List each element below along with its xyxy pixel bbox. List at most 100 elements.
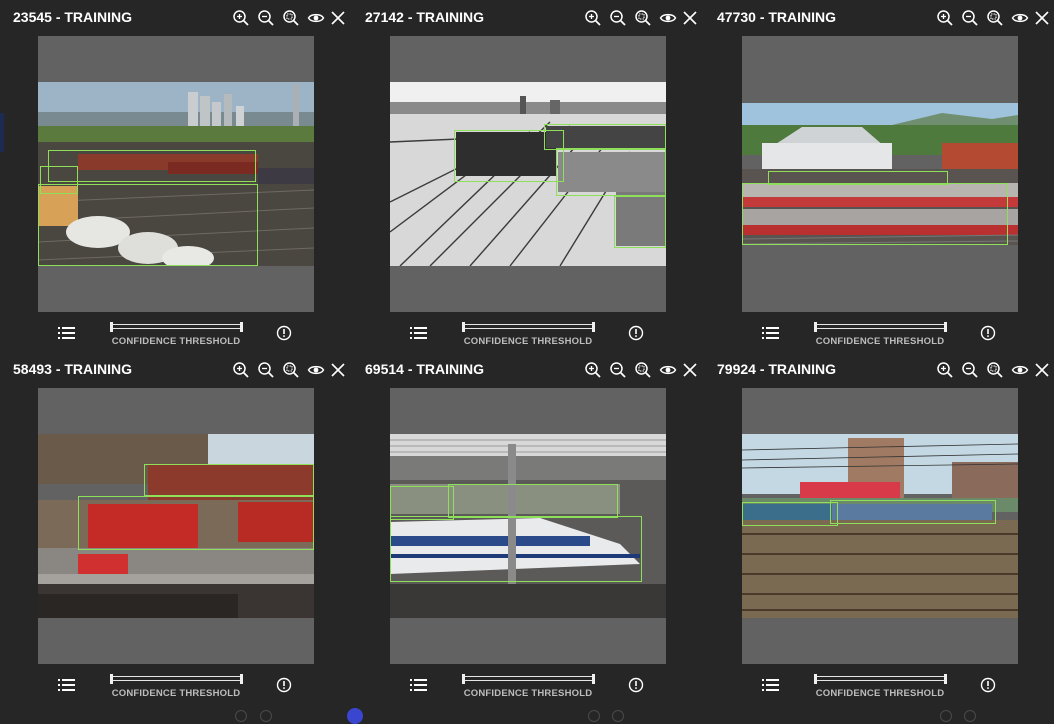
photo: [38, 434, 314, 618]
eye-icon[interactable]: [307, 361, 325, 379]
card-toolbar: [584, 361, 698, 379]
confidence-threshold-label: CONFIDENCE THRESHOLD: [111, 688, 241, 699]
zoom-fit-icon[interactable]: [634, 361, 652, 379]
confidence-threshold-label: CONFIDENCE THRESHOLD: [815, 336, 945, 347]
bounding-box[interactable]: [448, 484, 618, 518]
list-icon[interactable]: [58, 325, 76, 341]
close-icon[interactable]: [681, 9, 699, 27]
slider-handle-max[interactable]: [240, 674, 243, 684]
confidence-threshold-slider[interactable]: [814, 322, 947, 332]
confidence-threshold-label: CONFIDENCE THRESHOLD: [463, 336, 593, 347]
zoom-in-icon: [235, 710, 247, 722]
zoom-fit-icon[interactable]: [986, 361, 1004, 379]
eye-icon[interactable]: [659, 9, 677, 27]
list-icon[interactable]: [410, 325, 428, 341]
list-icon[interactable]: [58, 677, 76, 693]
zoom-out-icon[interactable]: [961, 361, 979, 379]
close-icon[interactable]: [329, 9, 347, 27]
zoom-in-icon[interactable]: [584, 361, 602, 379]
zoom-in-icon[interactable]: [232, 361, 250, 379]
confidence-threshold-slider[interactable]: [462, 322, 595, 332]
list-icon[interactable]: [762, 677, 780, 693]
close-icon[interactable]: [681, 361, 699, 379]
close-icon[interactable]: [1033, 9, 1051, 27]
photo: [742, 434, 1018, 618]
slider-track: [110, 676, 243, 681]
eye-icon[interactable]: [1011, 361, 1029, 379]
zoom-fit-icon[interactable]: [986, 9, 1004, 27]
alert-icon[interactable]: [276, 677, 292, 693]
slider-handle-min[interactable]: [462, 674, 465, 684]
confidence-threshold-slider[interactable]: [462, 674, 595, 684]
bounding-box[interactable]: [556, 148, 666, 196]
bounding-box[interactable]: [614, 196, 666, 248]
alert-icon[interactable]: [980, 325, 996, 341]
slider-handle-min[interactable]: [814, 322, 817, 332]
alert-icon[interactable]: [276, 325, 292, 341]
zoom-in-icon: [940, 710, 952, 722]
zoom-in-icon[interactable]: [936, 361, 954, 379]
alert-icon[interactable]: [628, 325, 644, 341]
image-canvas[interactable]: [38, 36, 314, 312]
zoom-out-icon[interactable]: [961, 9, 979, 27]
alert-icon[interactable]: [628, 677, 644, 693]
zoom-in-icon: [588, 710, 600, 722]
alert-icon[interactable]: [980, 677, 996, 693]
image-card: 69514 - TRAINING CONFIDENCE THRESHOLD: [352, 352, 697, 704]
zoom-out-icon[interactable]: [609, 9, 627, 27]
zoom-out-icon[interactable]: [257, 361, 275, 379]
confidence-threshold-label: CONFIDENCE THRESHOLD: [463, 688, 593, 699]
image-card: 58493 - TRAINING CONFIDENCE THRESHOLD: [0, 352, 345, 704]
zoom-fit-icon[interactable]: [634, 9, 652, 27]
slider-handle-max[interactable]: [240, 322, 243, 332]
close-icon[interactable]: [329, 361, 347, 379]
bounding-box[interactable]: [38, 184, 258, 266]
bounding-box[interactable]: [390, 516, 642, 582]
card-title: 69514 - TRAINING: [365, 361, 485, 377]
zoom-in-icon[interactable]: [232, 9, 250, 27]
image-canvas[interactable]: [742, 36, 1018, 312]
slider-handle-max[interactable]: [944, 322, 947, 332]
slider-handle-min[interactable]: [110, 322, 113, 332]
slider-handle-min[interactable]: [814, 674, 817, 684]
zoom-in-icon[interactable]: [936, 9, 954, 27]
eye-icon[interactable]: [659, 361, 677, 379]
zoom-fit-icon[interactable]: [282, 9, 300, 27]
slider-track: [814, 324, 947, 329]
eye-icon[interactable]: [307, 9, 325, 27]
bounding-box[interactable]: [830, 500, 996, 524]
confidence-threshold-slider[interactable]: [110, 322, 243, 332]
zoom-out-icon[interactable]: [257, 9, 275, 27]
slider-handle-min[interactable]: [462, 322, 465, 332]
confidence-threshold-slider[interactable]: [110, 674, 243, 684]
slider-handle-max[interactable]: [944, 674, 947, 684]
slider-track: [110, 324, 243, 329]
bounding-box[interactable]: [742, 502, 838, 526]
eye-icon[interactable]: [1011, 9, 1029, 27]
bounding-box[interactable]: [48, 150, 256, 182]
confidence-threshold-slider[interactable]: [814, 674, 947, 684]
zoom-fit-icon[interactable]: [282, 361, 300, 379]
image-canvas[interactable]: [390, 36, 666, 312]
zoom-out-icon[interactable]: [609, 361, 627, 379]
image-canvas[interactable]: [742, 388, 1018, 664]
image-canvas[interactable]: [38, 388, 314, 664]
card-title: 58493 - TRAINING: [13, 361, 133, 377]
card-toolbar: [936, 361, 1050, 379]
bounding-box[interactable]: [742, 183, 1008, 245]
slider-track: [462, 324, 595, 329]
list-icon[interactable]: [762, 325, 780, 341]
list-icon[interactable]: [410, 677, 428, 693]
bounding-box[interactable]: [544, 124, 666, 150]
slider-handle-max[interactable]: [592, 322, 595, 332]
card-toolbar: [936, 9, 1050, 27]
zoom-in-icon[interactable]: [584, 9, 602, 27]
bounding-box[interactable]: [390, 486, 454, 520]
close-icon[interactable]: [1033, 361, 1051, 379]
slider-handle-min[interactable]: [110, 674, 113, 684]
slider-handle-max[interactable]: [592, 674, 595, 684]
card-title: 23545 - TRAINING: [13, 9, 133, 25]
image-canvas[interactable]: [390, 388, 666, 664]
bounding-box[interactable]: [144, 464, 314, 496]
bounding-box[interactable]: [78, 496, 314, 550]
